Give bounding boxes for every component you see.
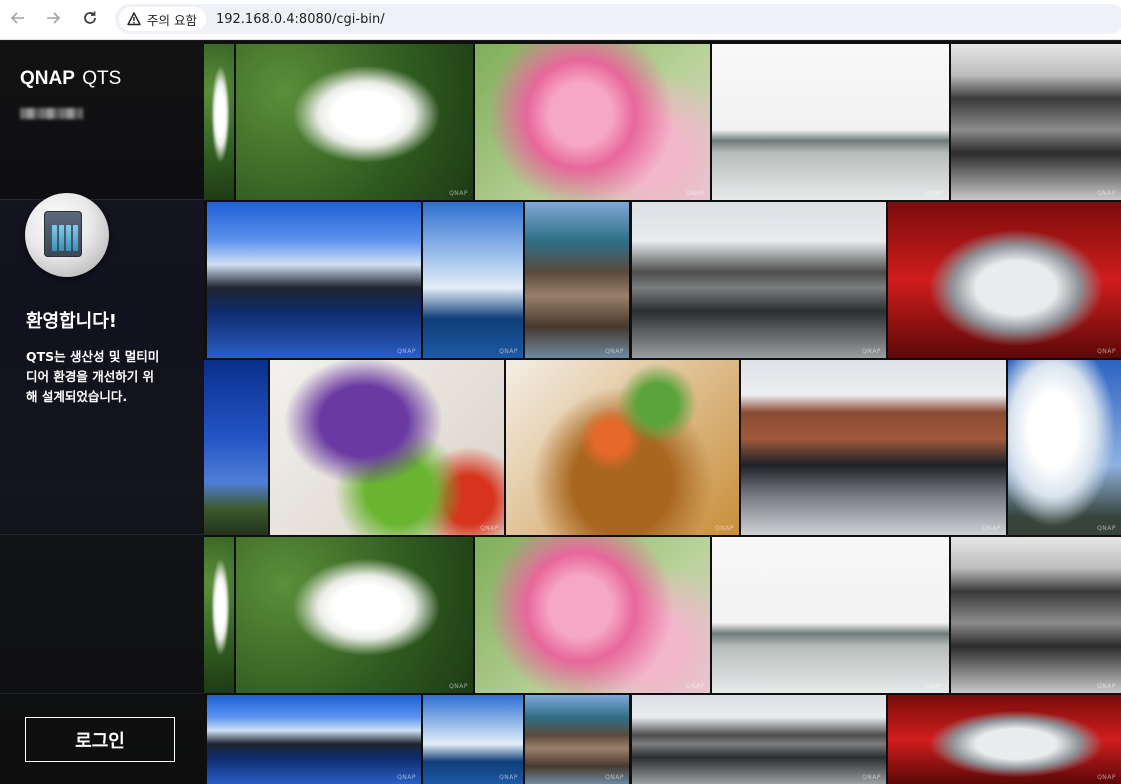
login-panel: QNAP QTS 환영합니다! QTS는 생산성 및 멀티미 디어 환경을 개선… <box>0 41 204 784</box>
photo-tile-yacht-marina: QNAP <box>423 695 523 784</box>
photo-tile-cherry-blossom: QNAP <box>475 537 710 693</box>
photo-watermark: QNAP <box>686 683 705 690</box>
photo-tile-cyclamen: QNAP <box>236 44 473 200</box>
photo-watermark: QNAP <box>397 348 416 355</box>
photo-watermark: QNAP <box>715 525 734 532</box>
photo-watermark: QNAP <box>982 525 1001 532</box>
security-chip[interactable]: 주의 요함 <box>119 7 206 31</box>
welcome-heading: 환영합니다! <box>26 311 118 332</box>
photo-watermark: QNAP <box>925 683 944 690</box>
description-line: 디어 환경을 개선하기 위 <box>26 369 155 384</box>
nas-device-icon <box>25 193 109 277</box>
photo-watermark: QNAP <box>480 525 499 532</box>
photo-watermark: QNAP <box>605 774 624 781</box>
photo-watermark: QNAP <box>1097 774 1116 781</box>
photo-watermark: QNAP <box>1097 525 1116 532</box>
photo-tile-rock-sea: QNAP <box>525 695 629 784</box>
photo-tile-blue-sky <box>204 360 268 535</box>
reload-icon <box>84 11 96 24</box>
welcome-description: QTS는 생산성 및 멀티미 디어 환경을 개선하기 위 해 설계되었습니다. <box>26 347 186 407</box>
url-text[interactable]: 192.168.0.4:8080/cgi-bin/ <box>216 12 385 27</box>
photo-tile-grilled-vegetables: QNAP <box>270 360 504 535</box>
photo-tile-clouds: QNAP <box>1008 360 1121 535</box>
photo-tile-cherry-blossom: QNAP <box>475 44 710 200</box>
panel-divider <box>0 693 204 694</box>
photo-watermark: QNAP <box>925 190 944 197</box>
photo-tile-harbor-fog: QNAP <box>712 44 949 200</box>
photo-tile-water-villa: QNAP <box>207 695 421 784</box>
back-button[interactable] <box>6 6 30 30</box>
security-label: 주의 요함 <box>147 12 197 28</box>
photo-watermark: QNAP <box>605 348 624 355</box>
photo-tile-canal-warehouse: QNAP <box>632 202 886 358</box>
photo-watermark: QNAP <box>499 774 518 781</box>
photo-watermark: QNAP <box>1097 190 1116 197</box>
photo-watermark: QNAP <box>397 774 416 781</box>
photo-tile-rock-sea: QNAP <box>525 202 629 358</box>
warning-icon <box>127 12 141 26</box>
reload-button[interactable] <box>78 6 102 30</box>
browser-toolbar: 주의 요함 192.168.0.4:8080/cgi-bin/ <box>0 0 1121 40</box>
nas-chassis <box>44 211 82 257</box>
photo-watermark: QNAP <box>686 190 705 197</box>
photo-tile-canal-bridge: QNAP <box>741 360 1006 535</box>
photo-tile-canal-warehouse: QNAP <box>632 695 886 784</box>
forward-button[interactable] <box>41 6 65 30</box>
address-bar[interactable]: 주의 요함 192.168.0.4:8080/cgi-bin/ <box>115 4 1121 34</box>
description-line: QTS는 생산성 및 멀티미 <box>26 349 160 364</box>
photo-tile-race-car: QNAP <box>888 695 1121 784</box>
photo-watermark: QNAP <box>449 190 468 197</box>
brand-light: QTS <box>82 68 122 89</box>
photo-tile-race-car: QNAP <box>888 202 1121 358</box>
brand-logo: QNAP QTS <box>20 68 121 90</box>
photo-tile-rocky-shore: QNAP <box>951 44 1121 200</box>
photo-tile-cyclamen: QNAP <box>236 537 473 693</box>
photo-watermark: QNAP <box>862 774 881 781</box>
photo-tile-rocky-shore: QNAP <box>951 537 1121 693</box>
photo-tile-cyclamen <box>204 537 234 693</box>
qts-login-page: QNAP QNAP QNAP QNAP QNAP QNAP QNAP QNAP QNAP QNAP… <box>0 41 1121 784</box>
arrow-right-icon <box>47 12 61 24</box>
photo-watermark: QNAP <box>862 348 881 355</box>
photo-tile-curry-dish: QNAP <box>506 360 739 535</box>
photo-tile-yacht-marina: QNAP <box>423 202 523 358</box>
photo-watermark: QNAP <box>1097 348 1116 355</box>
photo-tile-cyclamen <box>204 44 234 200</box>
panel-divider <box>0 199 204 200</box>
panel-divider <box>0 534 204 535</box>
brand-bold: QNAP <box>20 68 75 89</box>
photo-watermark: QNAP <box>449 683 468 690</box>
arrow-left-icon <box>10 12 24 24</box>
nas-drive-bays <box>52 225 78 251</box>
description-line: 해 설계되었습니다. <box>26 389 128 404</box>
photo-tile-harbor-fog: QNAP <box>712 537 949 693</box>
redacted-hostname <box>20 108 83 119</box>
photo-tile-water-villa: QNAP <box>207 202 421 358</box>
login-button[interactable]: 로그인 <box>25 717 175 762</box>
photo-watermark: QNAP <box>1097 683 1116 690</box>
photo-wall: QNAP QNAP QNAP QNAP QNAP QNAP QNAP QNAP QNAP QNAP… <box>204 41 1121 784</box>
photo-watermark: QNAP <box>499 348 518 355</box>
